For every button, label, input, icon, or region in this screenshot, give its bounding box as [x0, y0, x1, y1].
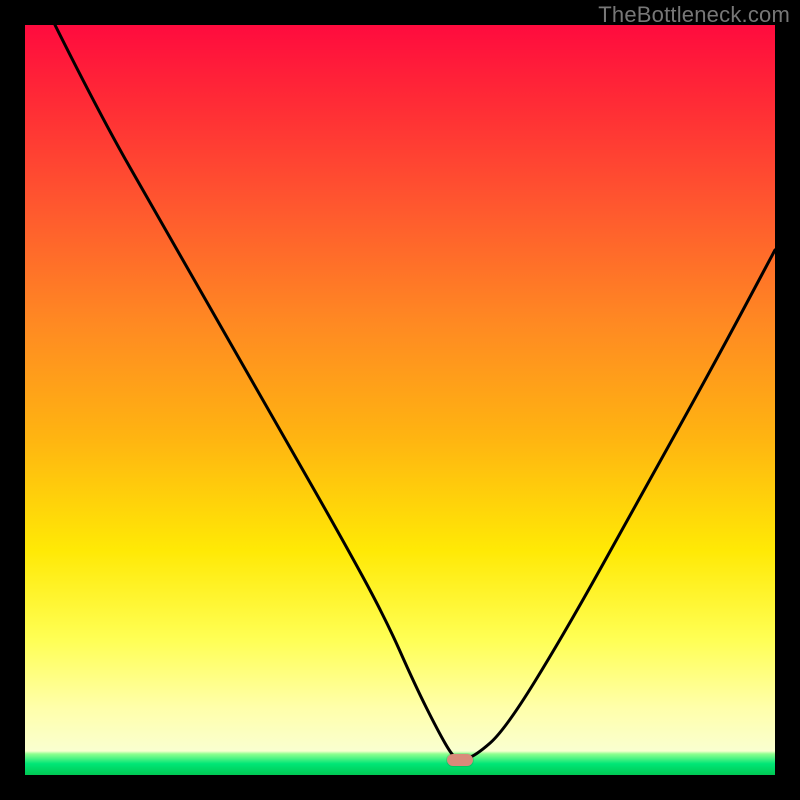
- optimal-point-marker: [447, 754, 473, 766]
- chart-frame: TheBottleneck.com: [0, 0, 800, 800]
- bottleneck-curve: [25, 25, 775, 775]
- plot-area: [25, 25, 775, 775]
- watermark-text: TheBottleneck.com: [598, 2, 790, 28]
